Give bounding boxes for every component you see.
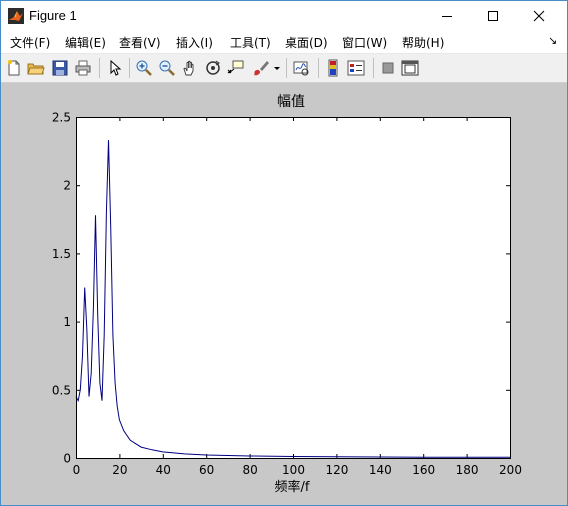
toolbar-separator [99,58,100,78]
maximize-icon [488,11,498,21]
toolbar [1,54,567,83]
minimize-button[interactable] [424,1,470,31]
brush-icon[interactable] [252,59,270,77]
x-tick-label: 60 [199,463,214,477]
show-plot-tools-icon[interactable] [401,59,419,77]
menu-view[interactable]: 查看(V) [119,34,161,51]
axes-background [76,117,510,458]
x-axis-label: 频率/f [275,479,310,495]
rotate-3d-icon[interactable] [204,59,222,77]
menu-window[interactable]: 窗口(W) [342,34,387,51]
plot-svg: 0 20 40 60 80 100 120 140 160 180 20000.511.522.5 … [52,94,522,495]
menu-dock-arrow-icon[interactable]: ↘ [548,34,557,47]
maximize-button[interactable] [470,1,516,31]
x-tick-label: 100 [282,463,305,477]
x-tick-label: 200 [499,463,522,477]
close-button[interactable] [516,1,562,31]
menu-desktop[interactable]: 桌面(D) [285,34,328,51]
title-bar[interactable]: Figure 1 [1,1,567,31]
x-tick-label: 180 [456,463,479,477]
x-tick-label: 20 [112,463,127,477]
toolbar-separator [286,58,287,78]
x-tick-label: 140 [369,463,392,477]
menu-bar: 文件(F) 编辑(E) 查看(V) 插入(I) 工具(T) 桌面(D) 窗口(W… [1,31,567,54]
print-icon[interactable] [74,59,92,77]
zoom-in-icon[interactable] [135,59,153,77]
x-tick-label: 120 [325,463,348,477]
brush-dropdown-icon[interactable] [272,59,282,77]
menu-insert[interactable]: 插入(I) [176,34,213,51]
window-title: Figure 1 [29,8,77,23]
y-tick-label: 2.5 [52,111,71,125]
data-cursor-icon[interactable] [227,59,245,77]
save-icon[interactable] [51,59,69,77]
x-tick-label: 0 [73,463,81,477]
figure-window: Figure 1 文件(F) 编辑(E) 查看(V) 插入(I) 工具(T) 桌… [0,0,568,506]
new-figure-icon[interactable] [5,59,23,77]
link-plot-icon[interactable] [292,59,310,77]
toolbar-separator [129,58,130,78]
menu-edit[interactable]: 编辑(E) [65,34,106,51]
matlab-logo-icon [8,8,24,24]
minimize-icon [442,16,452,17]
menu-file[interactable]: 文件(F) [10,34,50,51]
toolbar-separator [318,58,319,78]
y-tick-label: 0 [63,452,71,466]
y-tick-label: 2 [63,179,71,193]
close-icon [533,10,545,22]
pan-hand-icon[interactable] [181,59,199,77]
y-tick-label: 0.5 [52,383,71,397]
chart-title: 幅值 [277,94,305,110]
pointer-icon[interactable] [106,59,124,77]
toolbar-separator [373,58,374,78]
menu-help[interactable]: 帮助(H) [402,34,444,51]
y-tick-label: 1.5 [52,247,71,261]
colorbar-icon[interactable] [324,59,342,77]
y-tick-label: 1 [63,315,71,329]
menu-tools[interactable]: 工具(T) [230,34,271,51]
legend-icon[interactable] [347,59,365,77]
x-tick-label: 40 [156,463,171,477]
zoom-out-icon[interactable] [158,59,176,77]
figure-canvas[interactable]: 0 20 40 60 80 100 120 140 160 180 200 0 0.5 1 1.5 2 2.5 … [1,83,567,505]
x-tick-label: 80 [242,463,257,477]
x-tick-label: 160 [412,463,435,477]
hide-plot-tools-icon[interactable] [379,59,397,77]
open-file-icon[interactable] [27,59,45,77]
